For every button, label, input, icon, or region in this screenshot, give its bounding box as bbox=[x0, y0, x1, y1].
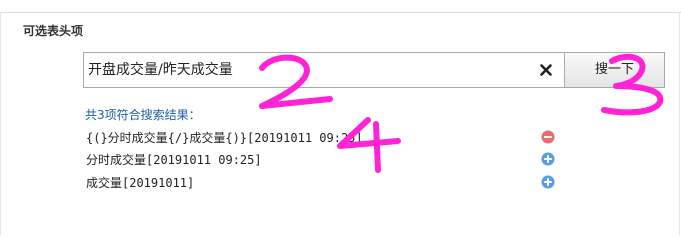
annotation-number-4 bbox=[337, 117, 401, 173]
annotation-number-3 bbox=[601, 53, 664, 116]
annotation-overlay bbox=[259, 53, 664, 173]
annotation-number-2 bbox=[259, 54, 333, 109]
